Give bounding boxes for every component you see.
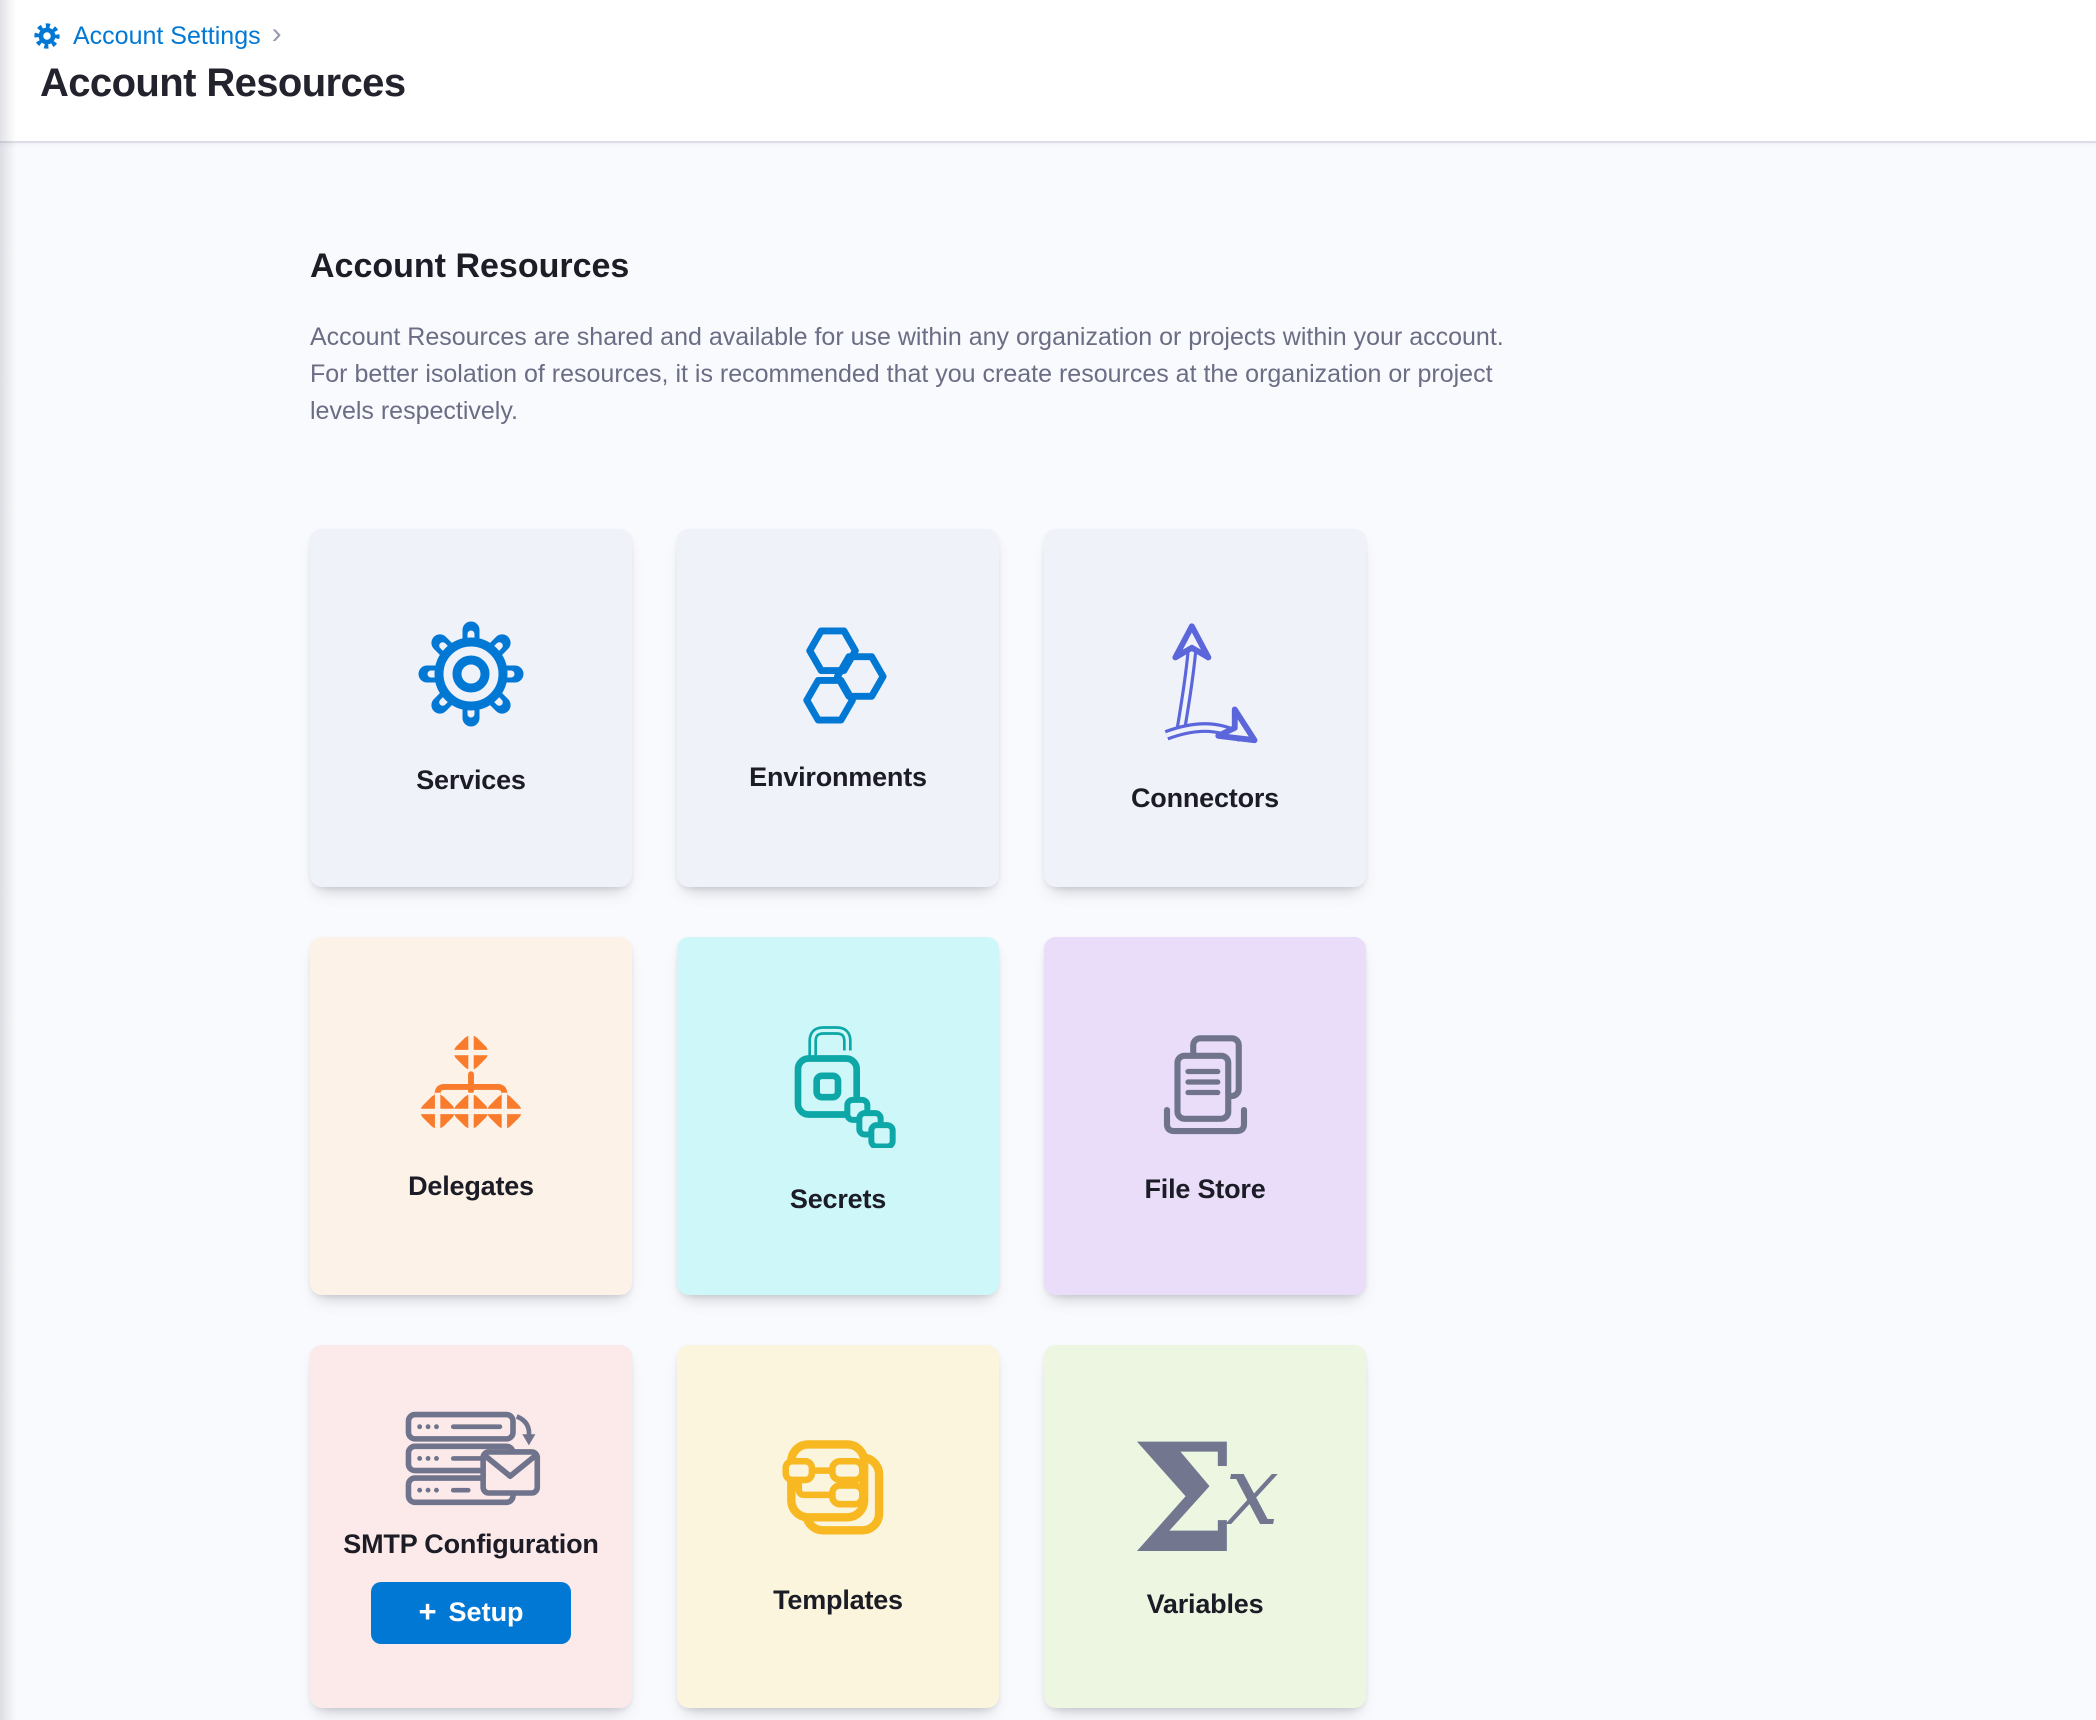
setup-button-label: Setup <box>449 1597 524 1628</box>
card-label: Templates <box>773 1585 903 1616</box>
card-label: File Store <box>1144 1174 1265 1205</box>
sigma-glyph: Σ <box>1131 1424 1237 1574</box>
card-connectors[interactable]: Connectors <box>1044 529 1366 887</box>
card-label: Secrets <box>790 1184 886 1215</box>
setup-button[interactable]: + Setup <box>371 1582 571 1644</box>
breadcrumb-account-settings-link[interactable]: Account Settings <box>32 21 261 51</box>
hierarchy-icon <box>416 1029 526 1135</box>
description-line: Account Resources are shared and availab… <box>310 319 2096 356</box>
section-description: Account Resources are shared and availab… <box>310 319 2096 430</box>
mail-server-icon <box>401 1409 541 1507</box>
card-environments[interactable]: Environments <box>677 529 999 887</box>
page-header: Account Settings › Account Resources <box>0 0 2096 143</box>
section-heading: Account Resources <box>310 246 2096 287</box>
card-label: Delegates <box>408 1171 534 1202</box>
card-templates[interactable]: Templates <box>677 1345 999 1708</box>
chevron-right-icon: › <box>272 19 282 53</box>
branching-arrows-icon <box>1149 601 1261 747</box>
breadcrumb: Account Settings › <box>32 20 2096 52</box>
card-file-store[interactable]: File Store <box>1044 937 1366 1295</box>
card-label: SMTP Configuration <box>343 1529 598 1560</box>
resource-card-grid: Services Environments <box>310 529 2096 1708</box>
card-services[interactable]: Services <box>310 529 632 887</box>
description-line: For better isolation of resources, it is… <box>310 356 2096 393</box>
card-secrets[interactable]: Secrets <box>677 937 999 1295</box>
card-label: Connectors <box>1131 783 1279 814</box>
description-line: levels respectively. <box>310 393 2096 430</box>
documents-tray-icon <box>1153 1026 1258 1138</box>
card-label: Environments <box>749 762 927 793</box>
gear-icon <box>32 21 62 51</box>
card-smtp-configuration[interactable]: SMTP Configuration + Setup <box>310 1345 632 1708</box>
page-title: Account Resources <box>40 61 2096 106</box>
card-delegates[interactable]: Delegates <box>310 937 632 1295</box>
stacked-flowchart-icon <box>782 1437 894 1549</box>
sigma-x-icon: Σ x <box>1131 1433 1279 1565</box>
plus-icon: + <box>418 1596 436 1630</box>
card-label: Variables <box>1147 1589 1264 1620</box>
hexagons-icon <box>786 622 890 726</box>
breadcrumb-label: Account Settings <box>73 22 261 51</box>
x-glyph: x <box>1225 1443 1279 1539</box>
main-content: Account Resources Account Resources are … <box>0 143 2096 1708</box>
lock-icon <box>778 1017 898 1148</box>
card-label: Services <box>416 765 526 796</box>
card-variables[interactable]: Σ x Variables <box>1044 1345 1366 1708</box>
gear-outline-icon <box>416 619 526 729</box>
